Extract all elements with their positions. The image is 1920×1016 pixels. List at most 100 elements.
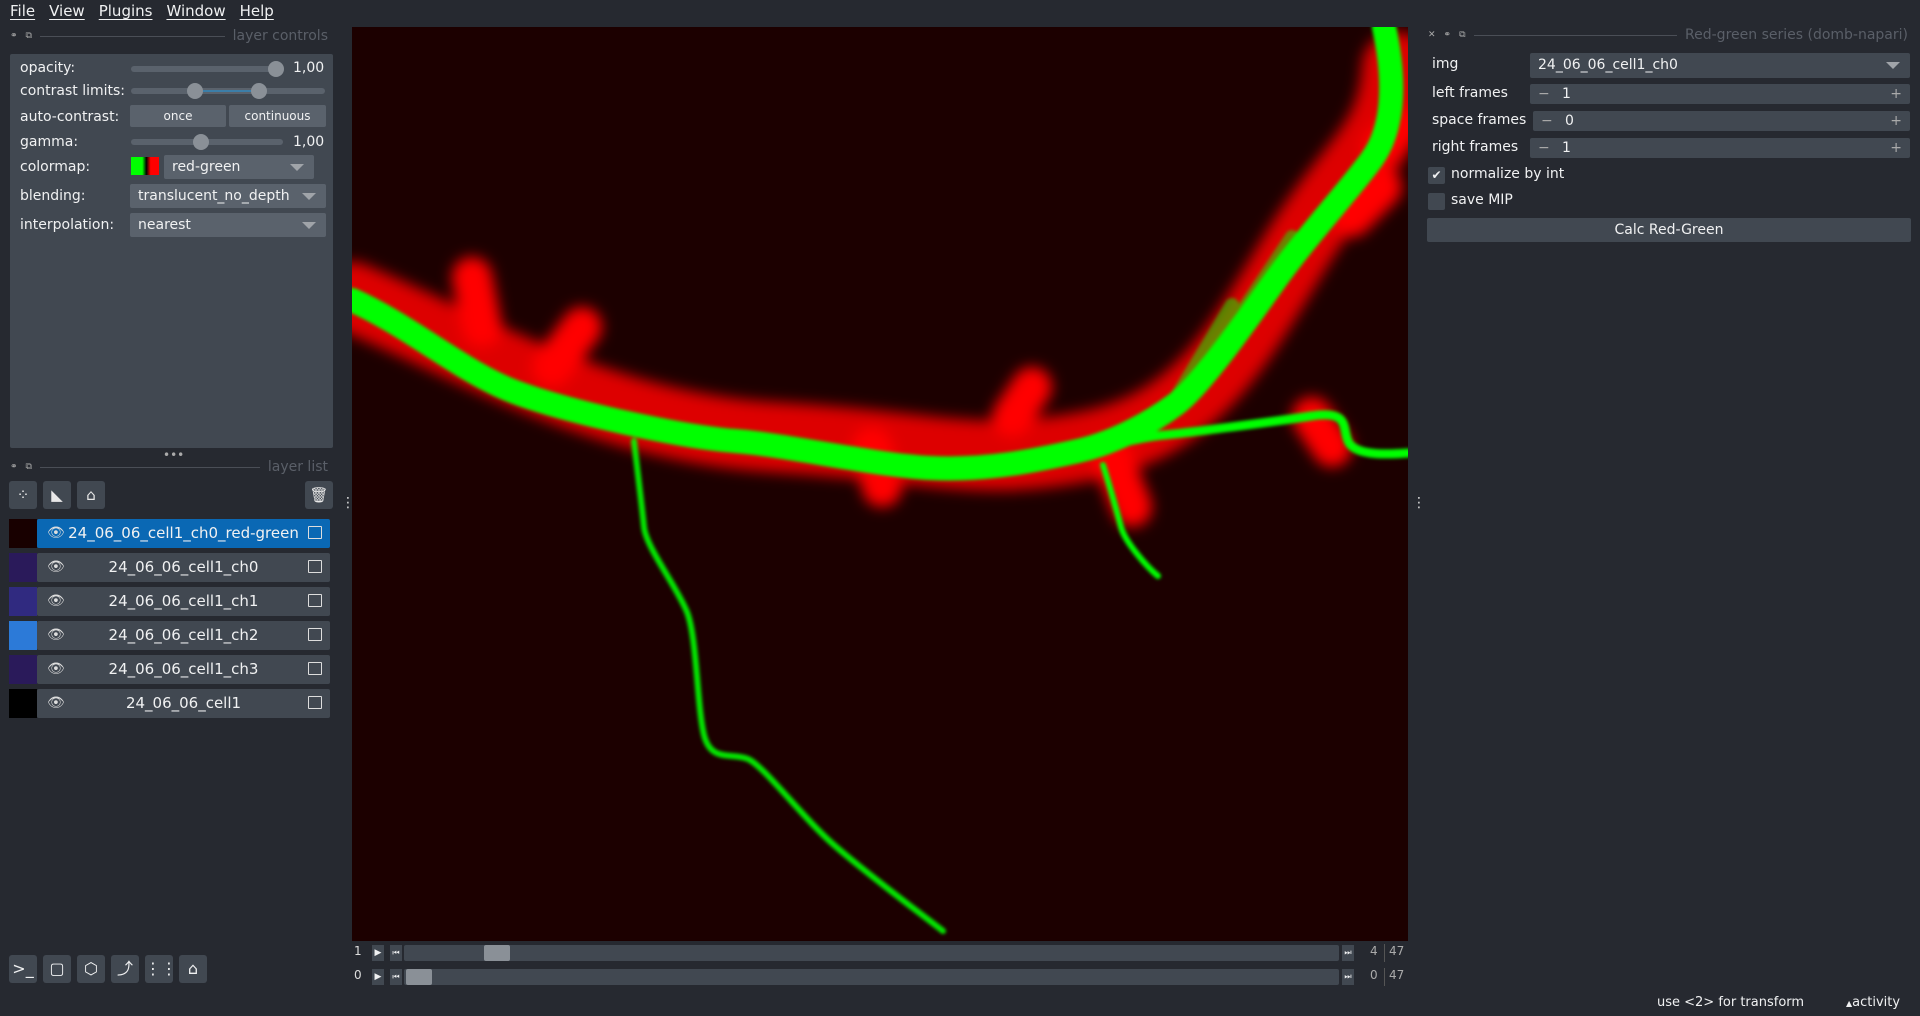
pin-icon[interactable]: ⧉ <box>26 462 32 472</box>
interpolation-dropdown[interactable]: nearest <box>130 213 326 237</box>
image-icon <box>308 594 322 607</box>
menu-file[interactable]: File <box>10 0 42 24</box>
layer-item[interactable]: 👁 24_06_06_cell1 <box>37 689 330 718</box>
auto-contrast-once-button[interactable]: once <box>130 105 226 127</box>
normalize-checkbox[interactable]: ✔ <box>1428 167 1445 184</box>
dim-slider[interactable] <box>404 969 1339 985</box>
normalize-label: normalize by int <box>1451 166 1565 182</box>
menu-view[interactable]: View <box>49 0 92 24</box>
layer-list-title: layer list <box>267 459 328 475</box>
dim-slider[interactable] <box>404 945 1339 961</box>
eye-icon[interactable]: 👁 <box>47 655 65 684</box>
float-icon[interactable]: ⚭ <box>10 462 18 472</box>
console-button[interactable]: >_ <box>9 955 37 983</box>
image-icon <box>308 696 322 709</box>
gamma-slider[interactable] <box>131 134 283 150</box>
pin-icon[interactable]: ⧉ <box>26 31 32 41</box>
layer-item[interactable]: 👁 24_06_06_cell1_ch1 <box>37 587 330 616</box>
decrement-button[interactable]: − <box>1538 138 1550 158</box>
home-icon: ⌂ <box>187 959 199 978</box>
img-dropdown[interactable]: 24_06_06_cell1_ch0 <box>1530 53 1910 78</box>
layer-name: 24_06_06_cell1_ch3 <box>108 660 259 678</box>
opacity-value: 1,00 <box>293 60 325 76</box>
slider-handle[interactable] <box>484 945 510 961</box>
play-button[interactable]: ▶ <box>372 945 384 961</box>
right-frames-spinbox[interactable]: −1 + <box>1530 138 1910 158</box>
menu-window[interactable]: Window <box>166 0 232 24</box>
space-frames-value: 0 <box>1565 113 1574 129</box>
dim-current-value: 4 <box>1370 944 1378 958</box>
pin-icon[interactable]: ⧉ <box>1459 30 1465 40</box>
layer-name: 24_06_06_cell1_ch0_red-green <box>68 524 299 542</box>
tag-icon: ⌂ <box>86 486 96 504</box>
eye-icon[interactable]: 👁 <box>47 621 65 650</box>
eye-icon[interactable]: 👁 <box>47 689 65 718</box>
image-canvas[interactable] <box>352 27 1408 941</box>
step-forward-button[interactable]: ⏭ <box>1342 969 1354 985</box>
check-icon: ✔ <box>1431 168 1442 182</box>
image-icon <box>308 628 322 641</box>
step-back-button[interactable]: ⏮ <box>390 969 402 985</box>
left-frames-value: 1 <box>1562 86 1571 102</box>
layer-item[interactable]: 👁 24_06_06_cell1_ch0_red-green <box>37 519 330 548</box>
plugin-title: Red-green series (domb-napari) <box>1685 27 1908 43</box>
increment-button[interactable]: + <box>1890 138 1902 158</box>
right-dock-handle[interactable]: ⋮ <box>1412 495 1426 511</box>
grid-button[interactable]: ⋮⋮⋮ <box>145 955 193 983</box>
roll-dims-button[interactable]: ⬡ <box>77 955 105 983</box>
activity-button[interactable]: ▲activity <box>1846 995 1900 1010</box>
image-icon <box>308 560 322 573</box>
ndisplay-button[interactable]: ▢ <box>43 955 71 983</box>
colormap-dropdown[interactable]: red-green <box>164 155 314 179</box>
delete-layer-button[interactable]: 🗑 <box>305 481 333 509</box>
layer-thumbnail <box>9 655 37 684</box>
auto-contrast-label: auto-contrast: <box>20 109 120 125</box>
blending-dropdown[interactable]: translucent_no_depth <box>130 184 326 208</box>
play-button[interactable]: ▶ <box>372 969 384 985</box>
menu-help[interactable]: Help <box>240 0 281 24</box>
new-points-layer-button[interactable]: ⁘ <box>9 481 37 509</box>
right-frames-value: 1 <box>1562 140 1571 156</box>
home-button[interactable]: ⌂ <box>179 955 207 983</box>
shapes-icon: ◣ <box>51 486 63 504</box>
space-frames-spinbox[interactable]: −0 + <box>1533 111 1910 131</box>
menu-plugins[interactable]: Plugins <box>99 0 160 24</box>
dim-max-value: 47 <box>1384 968 1404 986</box>
right-frames-label: right frames <box>1432 139 1519 155</box>
gamma-value: 1,00 <box>293 134 325 150</box>
close-icon[interactable]: ✕ <box>1428 30 1436 40</box>
increment-button[interactable]: + <box>1890 84 1902 104</box>
step-back-button[interactable]: ⏮ <box>390 945 402 961</box>
layer-thumbnail <box>9 621 37 650</box>
layer-thumbnail <box>9 553 37 582</box>
save-mip-checkbox[interactable] <box>1428 193 1445 210</box>
transpose-button[interactable]: ⤴ <box>111 955 139 983</box>
eye-icon[interactable]: 👁 <box>47 519 65 548</box>
dim-axis-label: 0 <box>354 968 362 982</box>
image-icon <box>308 662 322 675</box>
eye-icon[interactable]: 👁 <box>47 553 65 582</box>
calc-red-green-button[interactable]: Calc Red-Green <box>1427 218 1911 242</box>
increment-button[interactable]: + <box>1890 111 1902 131</box>
contrast-slider[interactable] <box>131 83 325 99</box>
activity-label: activity <box>1852 995 1901 1010</box>
decrement-button[interactable]: − <box>1541 111 1553 131</box>
auto-contrast-continuous-button[interactable]: continuous <box>229 105 326 127</box>
layer-thumbnail <box>9 587 37 616</box>
new-labels-layer-button[interactable]: ⌂ <box>77 481 105 509</box>
layer-item[interactable]: 👁 24_06_06_cell1_ch0 <box>37 553 330 582</box>
layer-item[interactable]: 👁 24_06_06_cell1_ch2 <box>37 621 330 650</box>
opacity-slider[interactable] <box>131 61 284 77</box>
decrement-button[interactable]: − <box>1538 84 1550 104</box>
layer-item[interactable]: 👁 24_06_06_cell1_ch3 <box>37 655 330 684</box>
trash-icon: 🗑 <box>309 486 329 504</box>
square-icon: ▢ <box>49 959 65 978</box>
float-icon[interactable]: ⚭ <box>1444 30 1452 40</box>
step-forward-button[interactable]: ⏭ <box>1342 945 1354 961</box>
new-shapes-layer-button[interactable]: ◣ <box>43 481 71 509</box>
eye-icon[interactable]: 👁 <box>47 587 65 616</box>
gamma-label: gamma: <box>20 134 79 150</box>
left-frames-spinbox[interactable]: −1 + <box>1530 84 1910 104</box>
float-icon[interactable]: ⚭ <box>10 31 18 41</box>
slider-handle[interactable] <box>406 969 432 985</box>
